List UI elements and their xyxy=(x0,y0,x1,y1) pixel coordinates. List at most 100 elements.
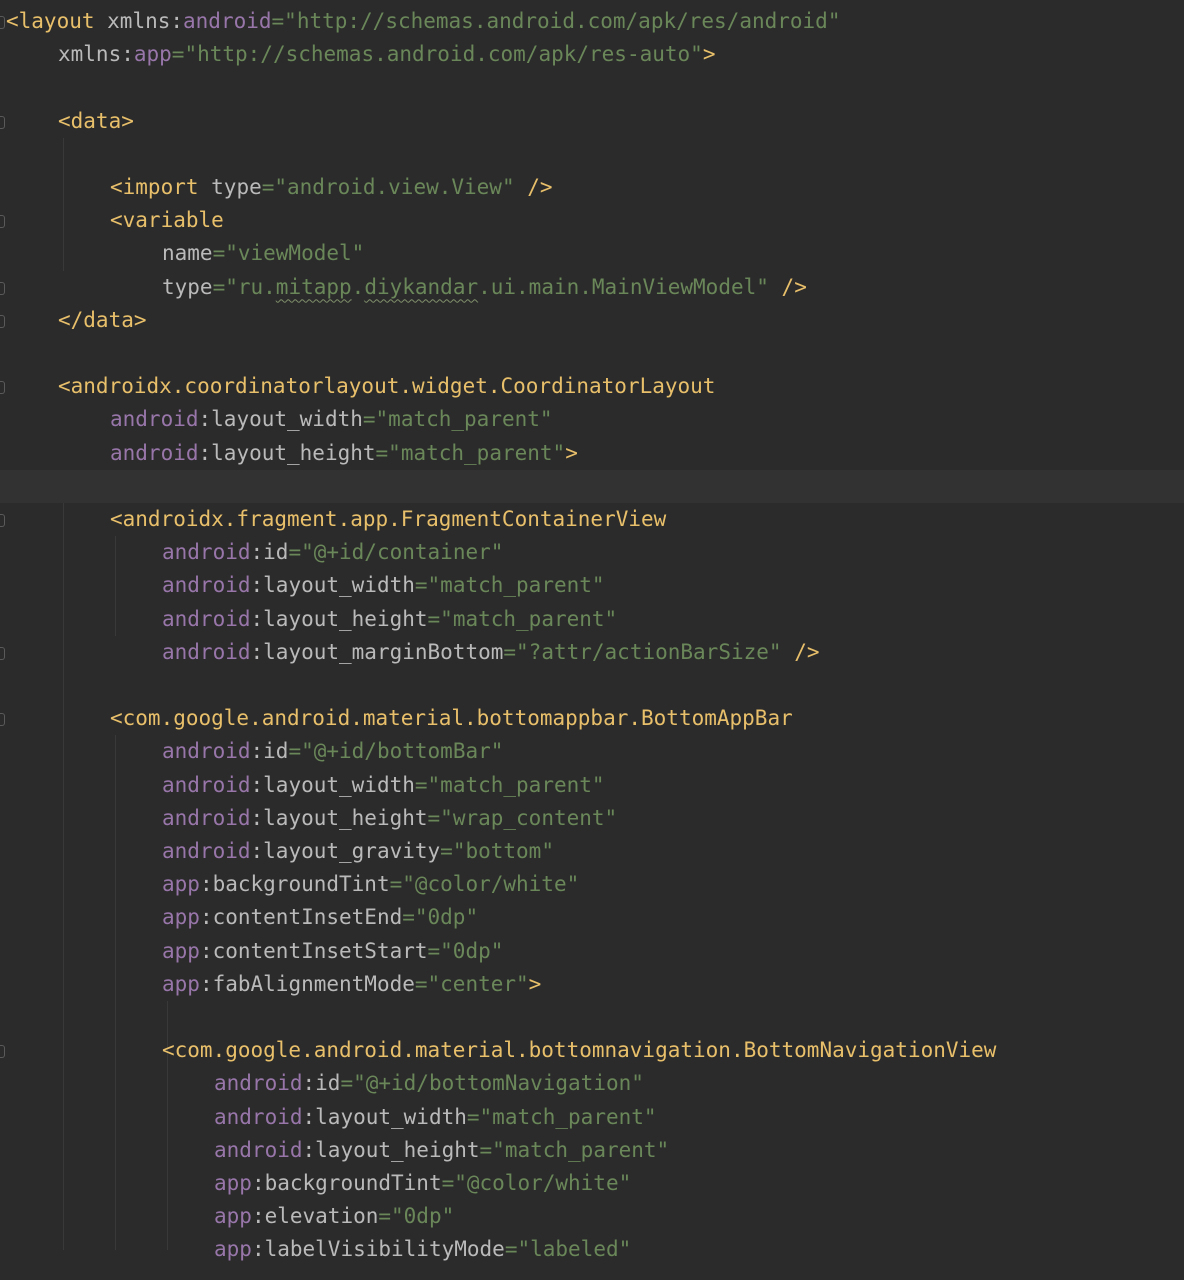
code-token: android xyxy=(162,639,251,664)
fold-marker-icon[interactable] xyxy=(0,16,5,29)
code-token: type xyxy=(162,274,213,299)
code-line[interactable] xyxy=(0,337,1184,370)
code-token: :labelVisibilityMode xyxy=(251,1237,505,1262)
code-content: <import type="android.view.View" /> xyxy=(110,171,553,204)
code-content: android:layout_height="match_parent" xyxy=(162,603,617,636)
code-line[interactable]: <variable xyxy=(0,204,1184,237)
code-line[interactable] xyxy=(0,469,1184,503)
code-line[interactable]: app:contentInsetEnd="0dp" xyxy=(0,901,1184,934)
code-content: <androidx.fragment.app.FragmentContainer… xyxy=(110,503,666,536)
code-token: android xyxy=(214,1071,303,1096)
code-token: ="0dp" xyxy=(402,905,479,930)
code-line[interactable]: app:labelVisibilityMode="labeled" xyxy=(0,1233,1184,1266)
code-token: app xyxy=(162,938,200,963)
code-token: android xyxy=(110,407,199,432)
code-token: > xyxy=(565,440,578,465)
code-token: app xyxy=(214,1204,252,1229)
code-line[interactable]: xmlns:app="http://schemas.android.com/ap… xyxy=(0,38,1184,71)
code-token: ="http://schemas.android.com/apk/res-aut… xyxy=(171,42,703,67)
code-token: /> xyxy=(794,639,820,664)
code-line[interactable]: android:layout_marginBottom="?attr/actio… xyxy=(0,636,1184,669)
code-token: ="labeled" xyxy=(504,1237,632,1262)
code-token: :layout_marginBottom xyxy=(250,639,504,664)
code-token: android xyxy=(162,805,251,830)
code-line[interactable]: <data> xyxy=(0,105,1184,138)
code-token: ="@color/white" xyxy=(441,1171,632,1195)
code-token: <layout xyxy=(6,9,108,33)
code-token: ="@+id/bottomBar" xyxy=(288,739,504,764)
code-token: </data> xyxy=(58,307,147,332)
code-line[interactable]: android:layout_width="match_parent" xyxy=(0,769,1184,802)
code-line[interactable] xyxy=(0,138,1184,171)
code-token: <androidx.fragment.app.FragmentContainer… xyxy=(110,507,667,531)
fold-marker-icon[interactable] xyxy=(0,713,5,727)
code-line[interactable]: android:layout_height="match_parent" xyxy=(0,603,1184,636)
code-token: ="match_parent" xyxy=(375,440,566,465)
code-token: ="match_parent" xyxy=(466,1104,657,1129)
code-content: app:fabAlignmentMode="center"> xyxy=(162,968,541,1001)
code-line[interactable]: app:elevation="0dp" xyxy=(0,1200,1184,1233)
code-token: android xyxy=(183,9,272,33)
code-line[interactable]: android:layout_height="wrap_content" xyxy=(0,802,1184,835)
code-editor[interactable]: <layout xmlns:android="http://schemas.an… xyxy=(0,0,1184,1280)
fold-marker-icon[interactable] xyxy=(0,646,5,660)
code-token: ="0dp" xyxy=(378,1204,455,1229)
code-line[interactable]: android:layout_width="match_parent" xyxy=(0,569,1184,602)
code-content: </data> xyxy=(58,304,147,337)
code-line[interactable]: <com.google.android.material.bottomappba… xyxy=(0,702,1184,735)
code-token: android xyxy=(162,606,251,631)
code-line[interactable] xyxy=(0,71,1184,104)
code-token: android xyxy=(162,839,251,863)
code-line[interactable]: app:backgroundTint="@color/white" xyxy=(0,868,1184,901)
code-line[interactable]: app:fabAlignmentMode="center"> xyxy=(0,968,1184,1001)
code-line[interactable]: android:id="@+id/bottomBar" xyxy=(0,735,1184,768)
code-token: ="viewModel" xyxy=(212,241,365,266)
code-line[interactable]: app:contentInsetStart="0dp" xyxy=(0,935,1184,968)
fold-marker-icon[interactable] xyxy=(0,514,5,527)
code-content: android:id="@+id/bottomNavigation" xyxy=(214,1067,644,1100)
code-line[interactable]: </data> xyxy=(0,304,1184,337)
code-token: <data> xyxy=(58,108,134,133)
code-content: <variable xyxy=(110,204,224,237)
code-line[interactable]: app:backgroundTint="@color/white" xyxy=(0,1167,1184,1200)
code-content: android:layout_width="match_parent" xyxy=(162,769,605,802)
code-line[interactable] xyxy=(0,669,1184,702)
code-content: android:layout_width="match_parent" xyxy=(214,1101,657,1134)
code-line[interactable]: <layout xmlns:android="http://schemas.an… xyxy=(0,5,1184,38)
code-line[interactable]: type="ru.mitapp.diykandar.ui.main.MainVi… xyxy=(0,271,1184,304)
code-line[interactable]: <import type="android.view.View" /> xyxy=(0,171,1184,204)
code-token: . xyxy=(351,274,365,299)
code-line[interactable]: <com.google.android.material.bottomnavig… xyxy=(0,1034,1184,1067)
code-token: ="center" xyxy=(414,971,529,996)
code-line[interactable]: <androidx.fragment.app.FragmentContainer… xyxy=(0,503,1184,536)
code-token: :fabAlignmentMode xyxy=(199,971,415,996)
code-line[interactable]: <androidx.coordinatorlayout.widget.Coord… xyxy=(0,370,1184,403)
code-token: android xyxy=(162,540,251,565)
code-token: type xyxy=(211,175,262,199)
fold-marker-icon[interactable] xyxy=(0,314,5,328)
code-content: android:layout_height="wrap_content" xyxy=(162,802,617,835)
fold-marker-icon[interactable] xyxy=(0,115,5,129)
code-token: android xyxy=(214,1137,303,1162)
code-token: :layout_height xyxy=(198,440,376,465)
fold-marker-icon[interactable] xyxy=(0,215,5,229)
code-content: xmlns:app="http://schemas.android.com/ap… xyxy=(58,38,715,71)
code-content: <data> xyxy=(58,105,134,138)
code-line[interactable]: name="viewModel" xyxy=(0,237,1184,270)
code-line[interactable]: android:layout_width="match_parent" xyxy=(0,403,1184,436)
fold-marker-icon[interactable] xyxy=(0,1045,5,1059)
code-token: :layout_width xyxy=(198,407,363,432)
code-token: :contentInsetStart xyxy=(199,938,428,963)
code-token: :id xyxy=(250,540,289,565)
fold-marker-icon[interactable] xyxy=(0,281,5,295)
code-line[interactable]: android:layout_height="match_parent" xyxy=(0,1134,1184,1167)
code-token: :contentInsetEnd xyxy=(199,905,403,930)
code-line[interactable] xyxy=(0,1001,1184,1034)
code-line[interactable]: android:layout_width="match_parent" xyxy=(0,1101,1184,1134)
code-line[interactable]: android:id="@+id/container" xyxy=(0,536,1184,569)
code-token: xmlns: xyxy=(107,9,184,33)
code-line[interactable]: android:layout_gravity="bottom" xyxy=(0,835,1184,868)
code-line[interactable]: android:layout_height="match_parent"> xyxy=(0,437,1184,470)
code-line[interactable]: android:id="@+id/bottomNavigation" xyxy=(0,1067,1184,1100)
fold-marker-icon[interactable] xyxy=(0,381,5,395)
